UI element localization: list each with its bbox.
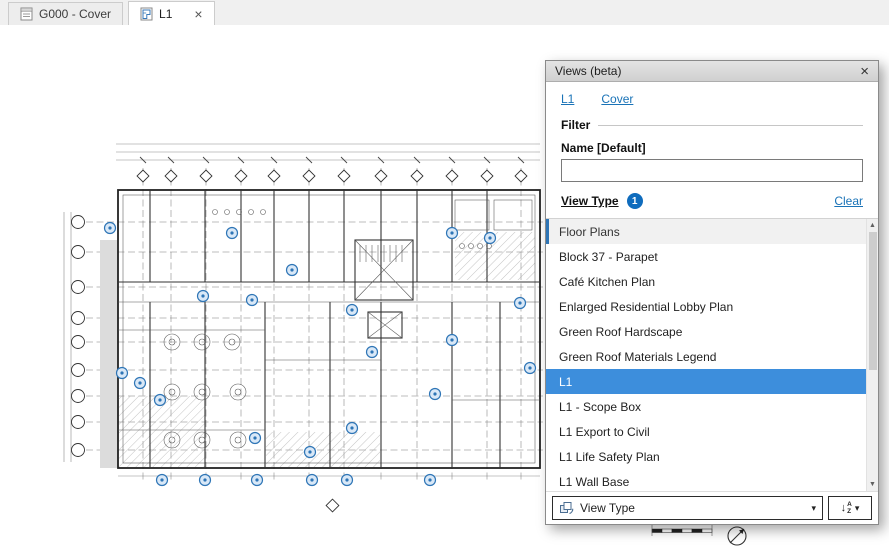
plan-icon bbox=[140, 7, 153, 21]
sort-az-icon: ↓ AZ bbox=[841, 501, 852, 515]
views-list: Floor Plans Block 37 - ParapetCafé Kitch… bbox=[546, 218, 878, 491]
list-item[interactable]: Café Kitchen Plan bbox=[546, 269, 878, 294]
scroll-up-icon[interactable]: ▲ bbox=[867, 219, 878, 232]
name-filter-input[interactable] bbox=[561, 159, 863, 182]
quick-link-l1[interactable]: L1 bbox=[561, 92, 574, 106]
list-item[interactable]: Block 37 - Parapet bbox=[546, 244, 878, 269]
list-item[interactable]: L1 - Scope Box bbox=[546, 394, 878, 419]
list-item[interactable]: Green Roof Hardscape bbox=[546, 319, 878, 344]
scrollbar[interactable]: ▲ ▼ bbox=[866, 219, 878, 491]
panel-title: Views (beta) bbox=[555, 64, 621, 78]
group-header-floor-plans[interactable]: Floor Plans bbox=[546, 219, 878, 244]
chevron-down-icon: ▾ bbox=[811, 503, 816, 514]
tab-l1[interactable]: L1 × bbox=[128, 1, 215, 25]
filter-section-header: Filter bbox=[546, 115, 878, 134]
view-type-filter-row: View Type 1 Clear bbox=[546, 182, 878, 218]
shaded-areas bbox=[100, 232, 535, 468]
list-item[interactable]: L1 Wall Base bbox=[546, 469, 878, 491]
filter-label: Filter bbox=[561, 118, 590, 132]
sort-button[interactable]: ↓ AZ ▾ bbox=[828, 496, 872, 520]
panel-title-bar[interactable]: Views (beta) × bbox=[546, 61, 878, 82]
group-by-dropdown[interactable]: View Type ▾ bbox=[552, 496, 823, 520]
sort-arrow: ↓ bbox=[841, 503, 847, 514]
scroll-down-icon[interactable]: ▼ bbox=[867, 478, 878, 491]
quick-link-cover[interactable]: Cover bbox=[601, 92, 633, 106]
sheet-icon bbox=[20, 7, 33, 21]
scrollbar-thumb[interactable] bbox=[869, 232, 877, 370]
views-list-rows: Block 37 - ParapetCafé Kitchen PlanEnlar… bbox=[546, 244, 878, 491]
list-item[interactable]: L1 Life Safety Plan bbox=[546, 444, 878, 469]
panel-footer: View Type ▾ ↓ AZ ▾ bbox=[546, 491, 878, 524]
list-item[interactable]: Enlarged Residential Lobby Plan bbox=[546, 294, 878, 319]
list-item[interactable]: L1 Export to Civil bbox=[546, 419, 878, 444]
view-type-icon bbox=[559, 501, 574, 515]
list-item[interactable]: L1 bbox=[546, 369, 878, 394]
view-type-filter-link[interactable]: View Type bbox=[561, 194, 619, 208]
group-by-value: View Type bbox=[580, 501, 635, 515]
divider bbox=[598, 125, 863, 126]
sort-letter-a: A bbox=[847, 501, 852, 508]
view-tab-bar: G000 - Cover L1 × bbox=[0, 0, 889, 25]
name-filter-label: Name [Default] bbox=[546, 134, 878, 159]
chevron-down-icon: ▾ bbox=[855, 503, 860, 514]
tab-label: L1 bbox=[159, 7, 172, 21]
close-tab-icon[interactable]: × bbox=[194, 7, 202, 21]
graphic-scale-bar bbox=[652, 524, 712, 536]
quick-links: L1 Cover bbox=[546, 82, 878, 115]
north-arrow bbox=[728, 527, 746, 545]
list-item[interactable]: Green Roof Materials Legend bbox=[546, 344, 878, 369]
clear-filter-link[interactable]: Clear bbox=[834, 194, 863, 208]
tab-g000-cover[interactable]: G000 - Cover bbox=[8, 2, 123, 25]
panel-body: L1 Cover Filter Name [Default] View Type… bbox=[546, 82, 878, 524]
filter-count-badge: 1 bbox=[627, 193, 643, 209]
close-panel-icon[interactable]: × bbox=[860, 64, 869, 79]
views-beta-panel: Views (beta) × L1 Cover Filter Name [Def… bbox=[545, 60, 879, 525]
tab-label: G000 - Cover bbox=[39, 7, 111, 21]
sort-letter-z: Z bbox=[847, 508, 852, 515]
